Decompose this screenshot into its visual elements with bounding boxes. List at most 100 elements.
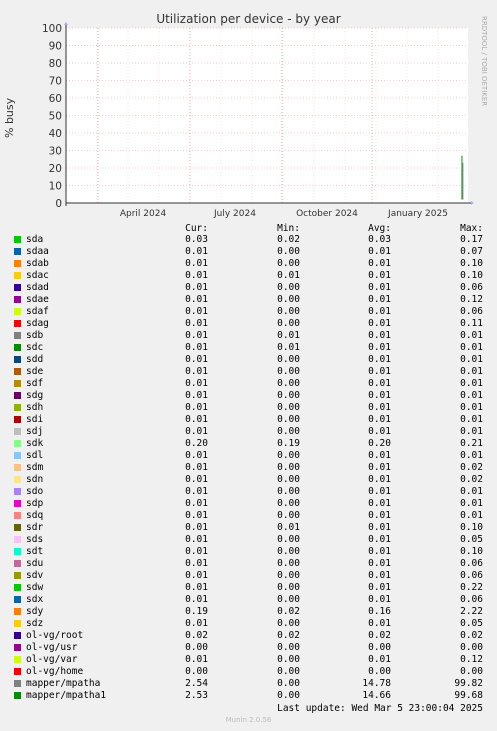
legend-avg-value: 0.01	[368, 534, 391, 545]
legend-cur-value: 0.01	[185, 366, 208, 377]
legend-row: ol-vg/home 0.00 0.00 0.00 0.00	[0, 666, 497, 678]
legend-max-value: 0.01	[460, 378, 483, 389]
legend-series-name: sdaa	[26, 246, 49, 257]
legend-avg-value: 0.03	[368, 234, 391, 245]
legend-series-name: sdp	[26, 498, 44, 509]
legend-row: sdt 0.01 0.00 0.01 0.10	[0, 546, 497, 558]
legend-avg-value: 14.78	[362, 678, 391, 689]
legend-min-value: 0.00	[277, 690, 300, 701]
legend-series-name: ol-vg/home	[26, 666, 84, 677]
legend-min-value: 0.00	[277, 246, 300, 257]
legend-series-name: ol-vg/root	[26, 630, 84, 641]
legend-swatch	[14, 440, 21, 447]
legend-series-name: mapper/mpatha	[26, 678, 101, 689]
legend-min-value: 0.00	[277, 378, 300, 389]
legend-min-value: 0.00	[277, 282, 300, 293]
legend-series-name: sdh	[26, 402, 44, 413]
legend-max-value: 0.01	[460, 402, 483, 413]
legend-cur-value: 0.01	[185, 414, 208, 425]
legend-row: sdq 0.01 0.00 0.01 0.01	[0, 510, 497, 522]
legend-series-name: mapper/mpatha1	[26, 690, 107, 701]
x-tick-label: October 2024	[296, 209, 358, 219]
legend-max-value: 0.05	[460, 618, 483, 629]
legend-cur-value: 0.01	[185, 510, 208, 521]
legend-series-name: sdm	[26, 462, 44, 473]
legend-min-value: 0.00	[277, 558, 300, 569]
legend-series-name: sde	[26, 366, 44, 377]
legend-row: ol-vg/usr 0.00 0.00 0.00 0.00	[0, 642, 497, 654]
legend-avg-value: 0.01	[368, 546, 391, 557]
munin-version: Munin 2.0.56	[225, 716, 272, 724]
legend-max-value: 0.10	[460, 258, 483, 269]
legend-series-name: sdd	[26, 354, 44, 365]
legend-max-value: 0.02	[460, 462, 483, 473]
legend-max-value: 0.06	[460, 282, 483, 293]
legend-avg-value: 0.00	[368, 642, 391, 653]
legend-min-value: 0.00	[277, 402, 300, 413]
legend-min-value: 0.00	[277, 366, 300, 377]
legend-swatch	[14, 236, 21, 243]
legend-min-value: 0.01	[277, 330, 300, 341]
legend-max-value: 0.07	[460, 246, 483, 257]
legend-cur-value: 0.00	[185, 666, 208, 677]
legend-min-value: 0.00	[277, 582, 300, 593]
legend-min-value: 0.00	[277, 666, 300, 677]
legend-max-value: 0.10	[460, 270, 483, 281]
legend-row: sdh 0.01 0.00 0.01 0.01	[0, 402, 497, 414]
legend-avg-value: 0.01	[368, 414, 391, 425]
legend-swatch	[14, 404, 21, 411]
legend-min-value: 0.00	[277, 474, 300, 485]
legend-min-value: 0.00	[277, 510, 300, 521]
y-tick-label: 30	[49, 146, 62, 158]
legend-min-value: 0.00	[277, 426, 300, 437]
legend-row: mapper/mpatha 2.54 0.00 14.78 99.82	[0, 678, 497, 690]
legend-row: sdv 0.01 0.00 0.01 0.06	[0, 570, 497, 582]
legend-swatch	[14, 284, 21, 291]
legend-avg-value: 0.02	[368, 630, 391, 641]
legend-row: sdad 0.01 0.00 0.01 0.06	[0, 282, 497, 294]
legend-row: sdae 0.01 0.00 0.01 0.12	[0, 294, 497, 306]
legend-avg-value: 0.01	[368, 390, 391, 401]
legend-series-name: sdz	[26, 618, 44, 629]
legend-swatch	[14, 452, 21, 459]
legend-swatch	[14, 476, 21, 483]
legend-max-value: 0.22	[460, 582, 483, 593]
legend-series-name: sdj	[26, 426, 44, 437]
legend-cur-value: 0.01	[185, 582, 208, 593]
legend-cur-value: 0.01	[185, 558, 208, 569]
legend-swatch	[14, 608, 21, 615]
legend-avg-value: 0.01	[368, 474, 391, 485]
legend-row: sdw 0.01 0.00 0.01 0.22	[0, 582, 497, 594]
legend-avg-value: 14.66	[362, 690, 391, 701]
legend-row: sdaa 0.01 0.00 0.01 0.07	[0, 246, 497, 258]
legend-row: sdd 0.01 0.00 0.01 0.01	[0, 354, 497, 366]
legend-cur-value: 2.54	[185, 678, 208, 689]
legend-min-value: 0.00	[277, 354, 300, 365]
legend-series-name: sdi	[26, 414, 44, 425]
legend-row: sdj 0.01 0.00 0.01 0.01	[0, 426, 497, 438]
legend-cur-value: 0.01	[185, 306, 208, 317]
legend-min-value: 0.00	[277, 594, 300, 605]
legend-series-name: sdv	[26, 570, 44, 581]
legend-cur-value: 2.53	[185, 690, 208, 701]
legend-min-value: 0.00	[277, 570, 300, 581]
legend-series-name: sdab	[26, 258, 49, 269]
y-tick-label: 40	[49, 128, 62, 140]
legend-cur-value: 0.01	[185, 450, 208, 461]
legend-swatch	[14, 464, 21, 471]
legend-row: sdf 0.01 0.00 0.01 0.01	[0, 378, 497, 390]
legend-series-name: ol-vg/var	[26, 654, 78, 665]
legend-max-value: 0.10	[460, 522, 483, 533]
legend-cur-value: 0.01	[185, 618, 208, 629]
legend-min-value: 0.00	[277, 654, 300, 665]
legend-avg-value: 0.00	[368, 666, 391, 677]
legend-min-value: 0.00	[277, 486, 300, 497]
legend-max-value: 0.01	[460, 342, 483, 353]
legend-row: ol-vg/root 0.02 0.02 0.02 0.02	[0, 630, 497, 642]
legend-row: sdy 0.19 0.02 0.16 2.22	[0, 606, 497, 618]
y-tick-label: 0	[55, 198, 62, 210]
legend-series-name: sdq	[26, 510, 44, 521]
legend-max-value: 0.06	[460, 594, 483, 605]
legend-max-value: 0.06	[460, 570, 483, 581]
legend-swatch	[14, 548, 21, 555]
